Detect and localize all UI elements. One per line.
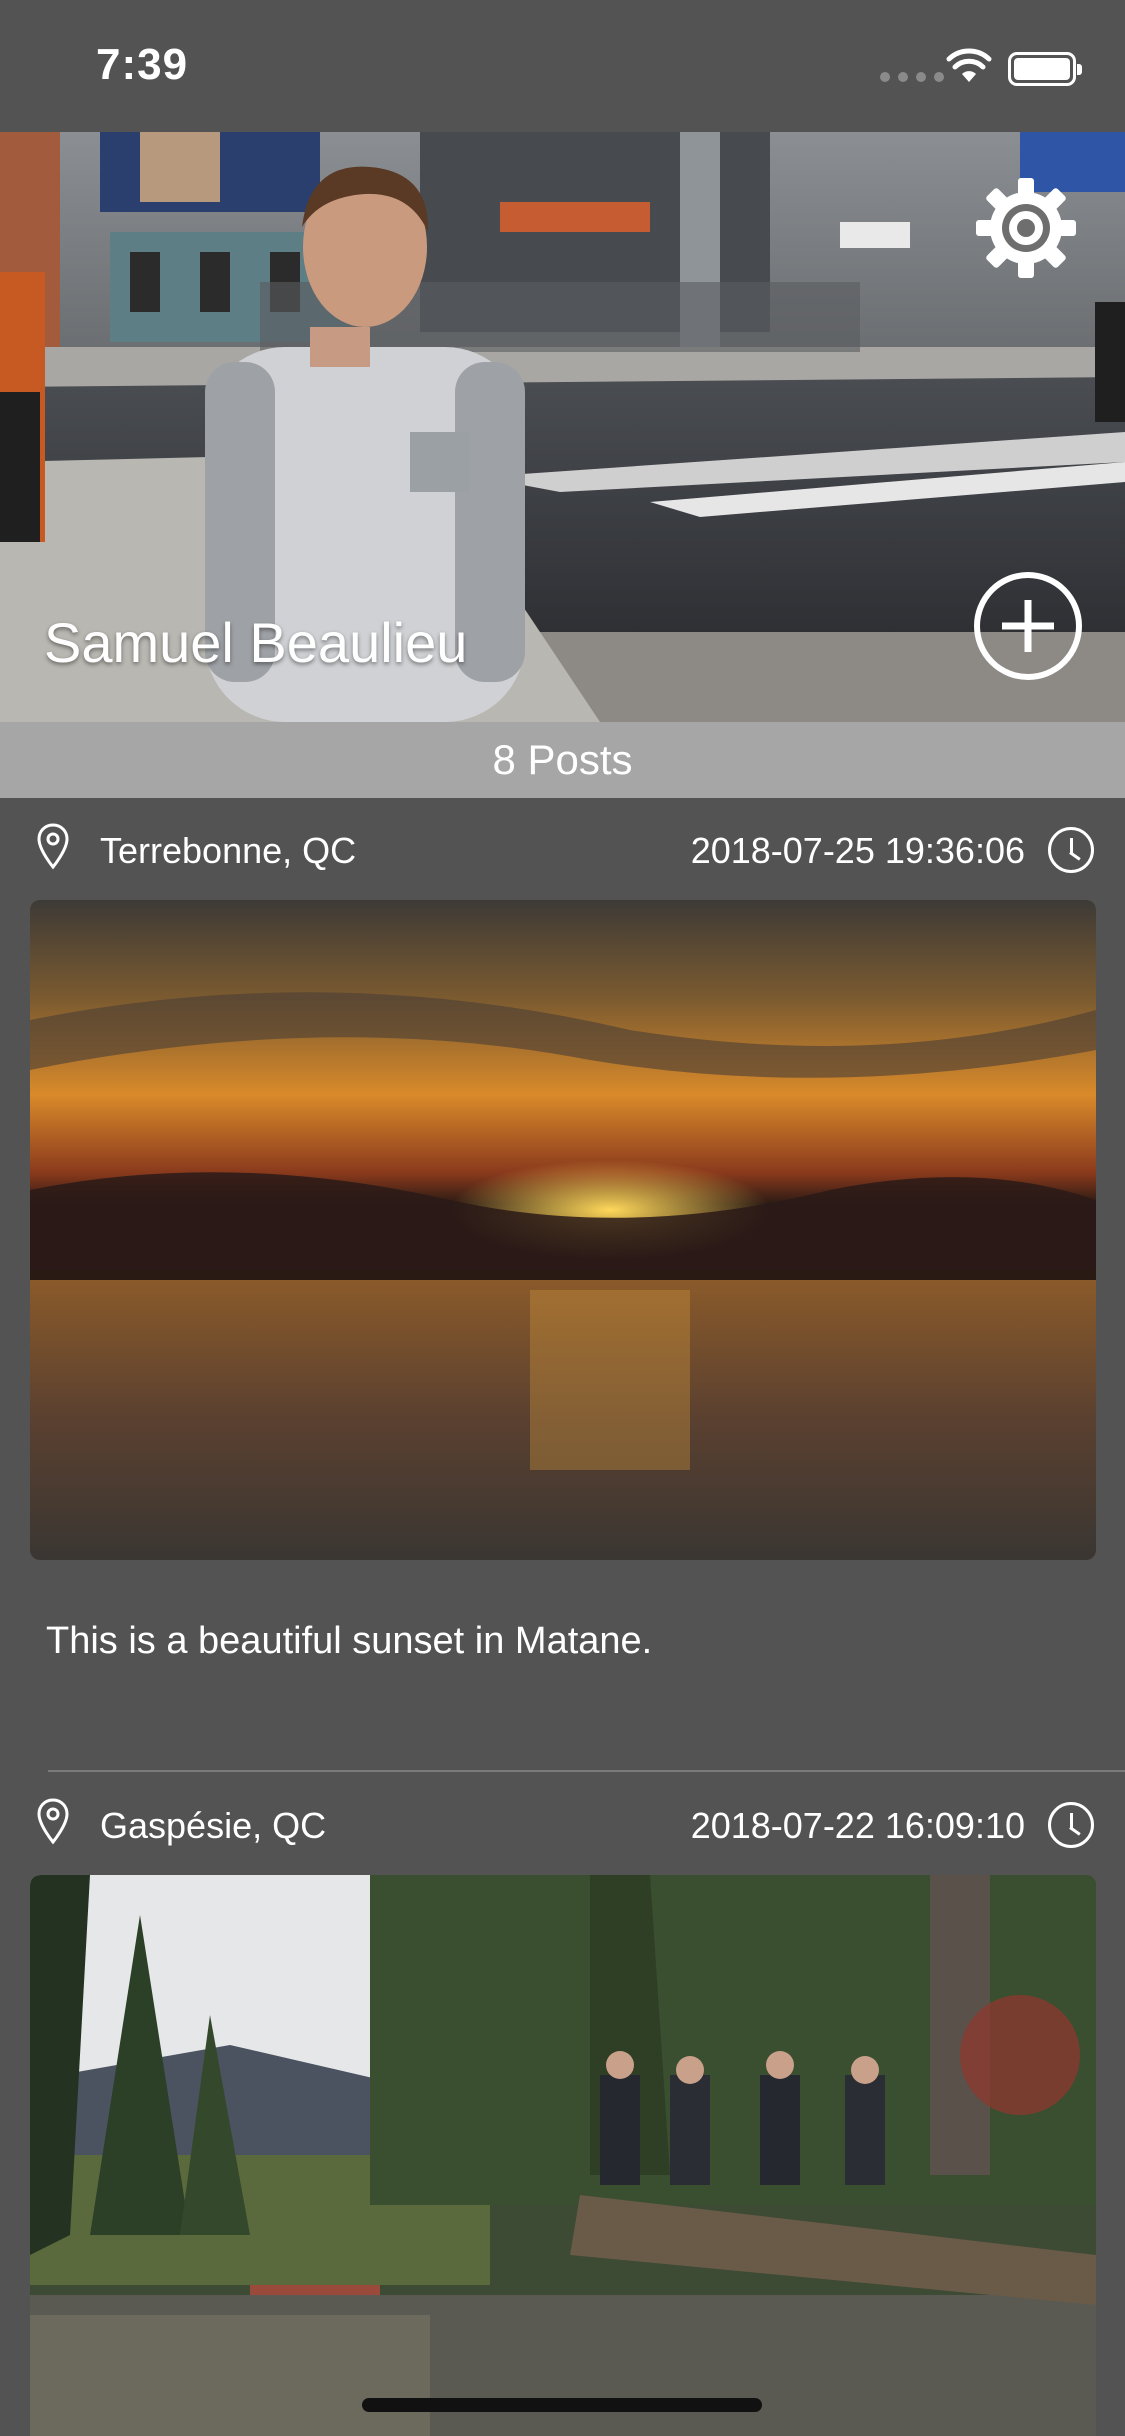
location-pin-icon (37, 823, 69, 870)
post-header: Terrebonne, QC 2018-07-25 19:36:06 (0, 800, 1125, 900)
post-caption: This is a beautiful sunset in Matane. (46, 1620, 653, 1662)
add-post-button[interactable] (974, 572, 1082, 680)
post-header: Gaspésie, QC 2018-07-22 16:09:10 (0, 1775, 1125, 1875)
status-bar: 7:39 (0, 0, 1125, 132)
profile-header: Samuel Beaulieu (0, 132, 1125, 722)
location-pin-icon (37, 1798, 69, 1845)
profile-name: Samuel Beaulieu (44, 611, 468, 674)
forest-river-photo (30, 1875, 1096, 2436)
post-image[interactable] (30, 1875, 1096, 2436)
posts-count: 8 Posts (0, 722, 1125, 798)
signal-icon (880, 72, 944, 82)
post-image[interactable] (30, 900, 1096, 1560)
battery-icon (1008, 52, 1082, 86)
clock-icon (1048, 1802, 1094, 1848)
sunset-photo (30, 900, 1096, 1560)
wifi-icon (946, 48, 992, 82)
home-indicator[interactable] (362, 2398, 762, 2412)
post-location: Gaspésie, QC (100, 1805, 327, 1846)
status-time: 7:39 (96, 40, 189, 89)
post-datetime: 2018-07-25 19:36:06 (690, 830, 1025, 871)
gear-icon[interactable] (970, 172, 1082, 284)
post-divider (48, 1770, 1125, 1772)
clock-icon (1048, 827, 1094, 873)
post-datetime: 2018-07-22 16:09:10 (690, 1805, 1025, 1846)
post-location: Terrebonne, QC (100, 830, 357, 871)
